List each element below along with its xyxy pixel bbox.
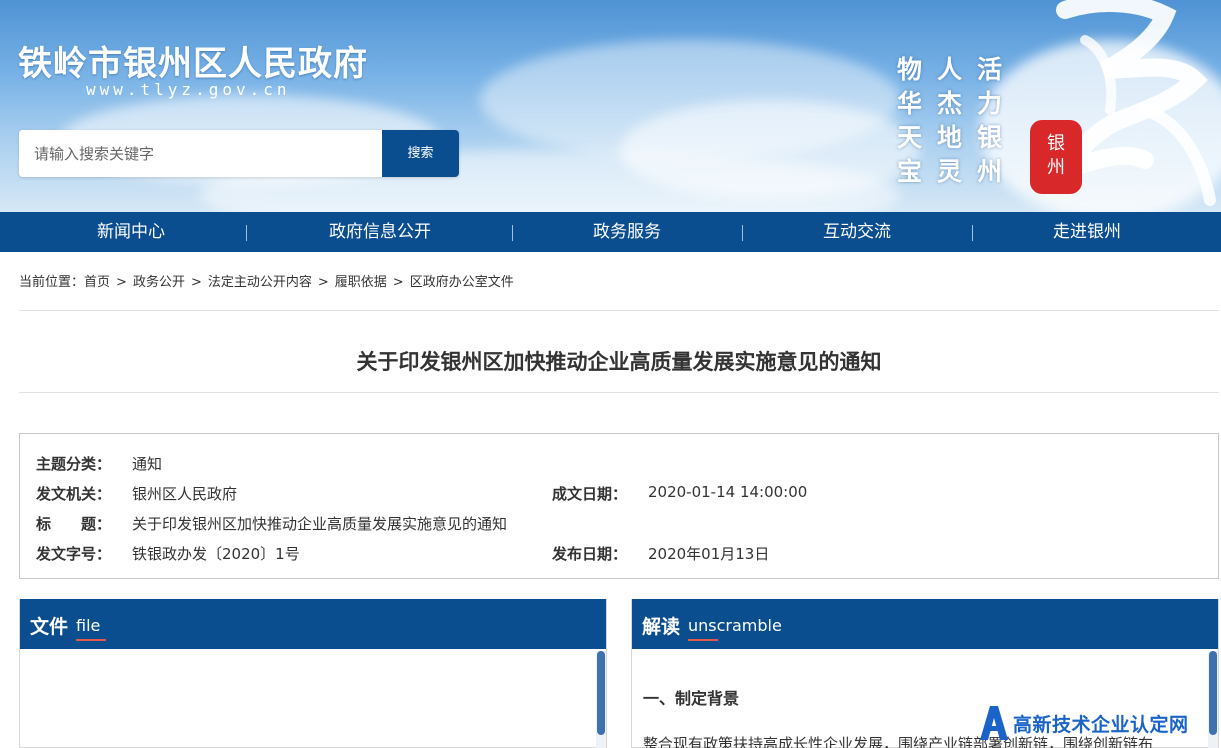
search-input[interactable]	[19, 130, 382, 177]
title-underline	[76, 639, 106, 641]
seal-stamp: 银州	[1030, 120, 1082, 194]
created-date-label: 成文日期：	[552, 485, 628, 503]
nav-item-interaction[interactable]: 互动交流	[742, 212, 972, 252]
breadcrumb-home[interactable]: 首页	[84, 275, 110, 290]
slogan-char: 宝	[897, 157, 923, 186]
breadcrumb-separator: >	[190, 275, 202, 290]
cloud-decoration	[620, 100, 920, 200]
main-nav: 新闻中心 政府信息公开 政务服务 互动交流 走进银州	[0, 212, 1221, 252]
interpretation-panel-title: 解读	[642, 616, 681, 638]
breadcrumb-separator: >	[116, 275, 127, 290]
search-box: 搜索	[19, 130, 459, 177]
breadcrumb-statutory[interactable]: 法定主动公开内容	[208, 275, 312, 290]
title-value: 关于印发银州区加快推动企业高质量发展实施意见的通知	[132, 515, 508, 533]
created-date-value: 2020-01-14 14:00:00	[648, 483, 808, 501]
slogan-char: 天	[897, 123, 923, 152]
interpretation-panel-subtitle: unscramble	[688, 616, 782, 635]
section-heading: 一、制定背景	[643, 689, 740, 708]
slogan-char: 灵	[937, 157, 963, 186]
file-panel: 文件 file	[19, 599, 607, 748]
slogan-char: 杰	[937, 89, 963, 118]
nav-item-news[interactable]: 新闻中心	[16, 212, 246, 252]
divider	[19, 310, 1219, 311]
topic-value: 通知	[132, 455, 163, 473]
published-date-label: 发布日期：	[552, 545, 628, 563]
nav-separator	[246, 225, 247, 241]
breadcrumb-office-docs[interactable]: 区政府办公室文件	[410, 275, 514, 290]
slogan-char: 银	[977, 123, 1003, 152]
breadcrumb-gov-affairs[interactable]: 政务公开	[133, 275, 185, 290]
issuer-label: 发文机关：	[36, 485, 112, 503]
nav-item-gov-info[interactable]: 政府信息公开	[262, 212, 498, 252]
doc-number-value: 铁银政办发〔2020〕1号	[132, 545, 300, 563]
breadcrumb-separator: >	[392, 275, 404, 290]
issuer-value: 银州区人民政府	[132, 485, 238, 503]
slogan-char: 力	[977, 89, 1003, 118]
file-panel-header: 文件 file	[20, 599, 606, 649]
slogan-char: 人	[937, 55, 963, 84]
nav-item-services[interactable]: 政务服务	[512, 212, 742, 252]
document-info-box: 主题分类： 通知 发文机关： 银州区人民政府 成文日期： 2020-01-14 …	[19, 433, 1219, 579]
nav-item-about[interactable]: 走进银州	[972, 212, 1202, 252]
doc-number-label: 发文字号：	[36, 545, 112, 563]
title-underline	[688, 639, 718, 641]
file-panel-title: 文件	[30, 616, 69, 638]
search-button[interactable]: 搜索	[382, 130, 459, 177]
breadcrumb-duty-basis[interactable]: 履职依据	[335, 275, 387, 290]
watermark-text: 高新技术企业认定网	[1013, 714, 1189, 736]
divider	[19, 392, 1219, 393]
slogan-char: 物	[897, 55, 923, 84]
file-panel-subtitle: file	[76, 616, 101, 635]
breadcrumb-separator: >	[317, 275, 329, 290]
breadcrumb-prefix: 当前位置：	[19, 275, 85, 290]
file-scrollbar-thumb[interactable]	[597, 651, 605, 735]
watermark-logo-icon	[980, 706, 1008, 740]
slogan-char: 华	[897, 89, 923, 118]
seal-text: 银州	[1047, 133, 1065, 178]
breadcrumb: 当前位置：首页 > 政务公开 > 法定主动公开内容 > 履职依据 > 区政府办公室文件	[19, 271, 514, 290]
site-title: 铁岭市银州区人民政府	[18, 44, 368, 84]
header-banner: 铁岭市银州区人民政府 www.tlyz.gov.cn 搜索 活力银州人杰地灵物华…	[0, 0, 1221, 212]
interpretation-panel-header: 解读 unscramble	[632, 599, 1218, 649]
page-title: 关于印发银州区加快推动企业高质量发展实施意见的通知	[356, 350, 882, 374]
published-date-value: 2020年01月13日	[648, 545, 770, 563]
watermark: 高新技术企业认定网	[976, 700, 1221, 748]
slogan-char: 州	[977, 157, 1003, 186]
topic-label: 主题分类：	[36, 455, 112, 473]
slogan-char: 地	[937, 123, 963, 152]
title-label: 标 题：	[36, 515, 112, 533]
slogan-calligraphy: 活力银州 人杰地灵 物华天宝	[893, 50, 1008, 195]
slogan-char: 活	[977, 55, 1003, 84]
site-url: www.tlyz.gov.cn	[86, 80, 291, 99]
